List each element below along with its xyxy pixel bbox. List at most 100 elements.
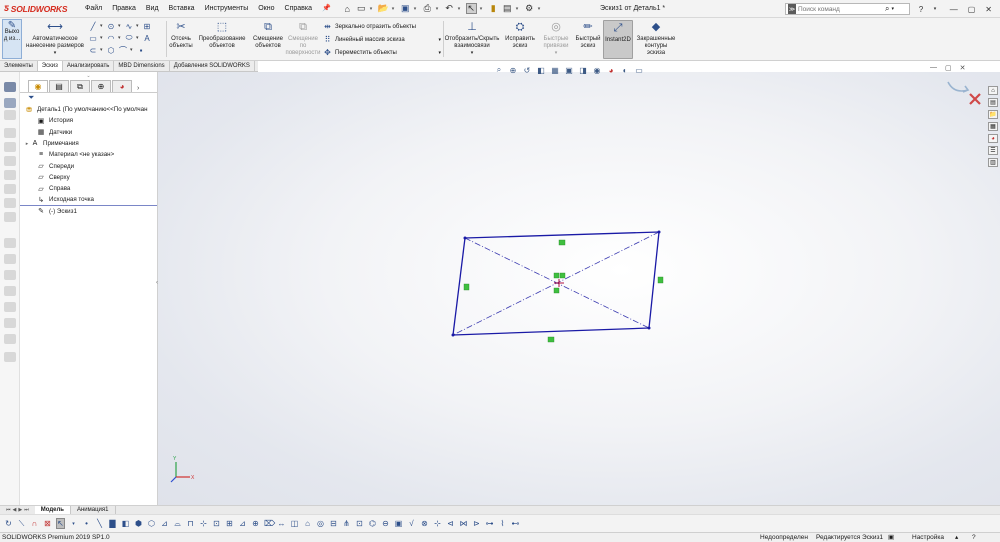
strip-tool-icon[interactable] (4, 156, 16, 166)
forum-icon[interactable]: ▥ (988, 158, 998, 167)
trim-entities-button[interactable]: ✂ Отсечь объекты (168, 20, 194, 50)
magnet-icon[interactable]: ∩ (30, 519, 39, 528)
surface-icon[interactable]: ⬡ (147, 519, 156, 528)
tree-item-origin[interactable]: ↳ Исходная точка (20, 194, 157, 206)
routing-filter-icon[interactable]: ⊲ (446, 519, 455, 528)
mirror-entities-button[interactable]: ⇹ Зеркально отразить объекты (323, 20, 441, 33)
relation-marker-icon[interactable] (463, 283, 470, 291)
iso-icon[interactable]: ⬢ (134, 519, 143, 528)
smart-dimension-caret-icon[interactable]: ▾ (54, 50, 57, 57)
move-entities-button[interactable]: ✥ Переместить объекты ▾ (323, 46, 441, 59)
print-icon[interactable]: ⎙ (422, 3, 433, 14)
search-icon[interactable]: ⌕ (885, 4, 889, 14)
sketch-point[interactable] (657, 230, 661, 234)
cube-icon[interactable]: ◧ (121, 519, 130, 528)
tab-features[interactable]: Элементы (0, 61, 38, 71)
custom-properties-icon[interactable]: ☰ (988, 146, 998, 155)
offset-entities-button[interactable]: ⧉ Смещение объектов (252, 20, 284, 50)
line-caret-icon[interactable]: ▾ (100, 23, 104, 29)
spline-icon[interactable]: ∿ (124, 21, 134, 31)
sketch-line-right[interactable] (648, 231, 660, 329)
dimension-filter-icon[interactable]: ↔ (277, 519, 286, 528)
arc-icon[interactable]: ◠ (106, 33, 116, 43)
datum-target-filter-icon[interactable]: ⊗ (420, 519, 429, 528)
sketch-canvas[interactable]: Y X (158, 72, 1000, 512)
dimension-small-icon[interactable]: ⊞ (142, 21, 152, 31)
annotation-filter-icon[interactable]: ⌦ (264, 519, 275, 528)
previous-view-icon[interactable]: ↺ (522, 66, 532, 75)
menu-file[interactable]: Файл (80, 0, 107, 18)
strip-tool-icon[interactable] (4, 334, 16, 344)
tree-root-part[interactable]: ⛃ Деталь1 (По умолчанию<<По умолчан (20, 104, 157, 115)
relation-marker-icon[interactable] (558, 239, 566, 246)
strip-tool-icon[interactable] (4, 212, 16, 222)
feature-manager-tab-icon[interactable]: ◉ (28, 80, 48, 92)
pin-icon[interactable]: 📌 (317, 0, 336, 18)
view-orientation-icon[interactable]: ▣ (564, 66, 574, 75)
selection-pointer-icon[interactable]: ↖ (56, 518, 65, 529)
undo-caret-icon[interactable]: ▾ (458, 6, 463, 12)
surface-finish-filter-icon[interactable]: √ (407, 519, 416, 528)
rebuild-icon[interactable]: ▮ (488, 3, 499, 14)
vertex-select-icon[interactable]: ⊹ (199, 519, 208, 528)
sketch-point-filter-icon[interactable]: ⊞ (225, 519, 234, 528)
close-icon[interactable]: ✕ (985, 5, 992, 14)
help-caret-icon[interactable]: ▾ (930, 6, 940, 12)
strip-tool-icon[interactable] (4, 128, 16, 138)
tab-sketch[interactable]: Эскиз (37, 61, 63, 71)
relation-marker-icon[interactable] (553, 287, 560, 294)
new-document-icon[interactable]: ▭ (356, 3, 367, 14)
more-tabs-icon[interactable]: › (137, 85, 139, 92)
edge-select-icon[interactable]: ⊿ (160, 519, 169, 528)
zoom-to-area-icon[interactable]: ⊕ (508, 66, 518, 75)
pointer-caret-icon[interactable]: ▾ (69, 521, 78, 527)
instant2d-button[interactable]: ⤢ Instant2D (603, 20, 633, 59)
midpoint-filter-icon[interactable]: ⊿ (238, 519, 247, 528)
search-scope-icon[interactable]: ≫ (788, 4, 796, 14)
apply-scene-icon[interactable]: ◐ (620, 66, 630, 75)
arc-caret-icon[interactable]: ▾ (118, 35, 122, 41)
relation-marker-icon[interactable] (657, 276, 664, 284)
weld-filter-icon[interactable]: ⋔ (342, 519, 351, 528)
rapid-sketch-button[interactable]: ✏ Быстрый эскиз (575, 20, 601, 50)
sketch-line-top[interactable] (464, 231, 660, 239)
strip-tool-icon[interactable] (4, 98, 16, 108)
solidworks-resources-icon[interactable]: ⌂ (988, 86, 998, 95)
note-filter-icon[interactable]: ⌂ (303, 519, 312, 528)
linear-pattern-button[interactable]: ⠿ Линейный массив эскиза ▾ (323, 33, 441, 46)
menu-insert[interactable]: Вставка (164, 0, 200, 18)
open-caret-icon[interactable]: ▾ (392, 6, 397, 12)
fillet-caret-icon[interactable]: ▾ (130, 47, 134, 53)
search-caret-icon[interactable]: ▾ (891, 6, 894, 12)
relation-marker-icon[interactable] (547, 336, 555, 343)
convert-entities-button[interactable]: ⬚ Преобразование объектов (196, 20, 248, 50)
hide-show-items-icon[interactable]: ◉ (592, 66, 602, 75)
repair-sketch-button[interactable]: ⛭ Исправить эскиз (504, 20, 536, 50)
point-icon[interactable]: ▪ (136, 45, 146, 55)
connection-filter-icon[interactable]: ⋈ (459, 519, 468, 528)
strip-tool-icon[interactable] (4, 198, 16, 208)
menu-help[interactable]: Справка (280, 0, 317, 18)
solidworks-logo[interactable]: ƽ SOLIDWORKS (0, 3, 80, 14)
tree-item-sensors[interactable]: ▦ Датчики (20, 127, 157, 138)
strip-tool-icon[interactable] (4, 286, 16, 296)
tree-item-sketch1[interactable]: ✎ (-) Эскиз1 (20, 206, 157, 217)
menu-edit[interactable]: Правка (107, 0, 141, 18)
options-icon[interactable]: ⚙ (524, 3, 535, 14)
select-icon[interactable]: ↖ (465, 3, 477, 14)
linear-pattern-caret-icon[interactable]: ▾ (438, 37, 441, 43)
file-explorer-icon[interactable]: 📁 (988, 110, 998, 119)
rectangle-icon[interactable]: ▭ (88, 33, 98, 43)
dimxpert-manager-tab-icon[interactable]: ⊕ (91, 80, 111, 92)
exit-sketch-corner-icon[interactable] (947, 81, 970, 93)
strip-tool-icon[interactable] (4, 270, 16, 280)
graphics-area[interactable]: Y X (158, 72, 1000, 512)
ellipse-icon[interactable]: ⬭ (124, 33, 134, 43)
view-minimize-icon[interactable]: — (930, 64, 937, 72)
new-caret-icon[interactable]: ▾ (370, 6, 375, 12)
strip-tool-icon[interactable] (4, 170, 16, 180)
center-mark-filter-icon[interactable]: ⊹ (433, 519, 442, 528)
last-tab-icon[interactable]: ⏭ (24, 507, 29, 513)
move-caret-icon[interactable]: ▾ (438, 50, 441, 56)
tree-item-right-plane[interactable]: ▱ Справа (20, 183, 157, 194)
